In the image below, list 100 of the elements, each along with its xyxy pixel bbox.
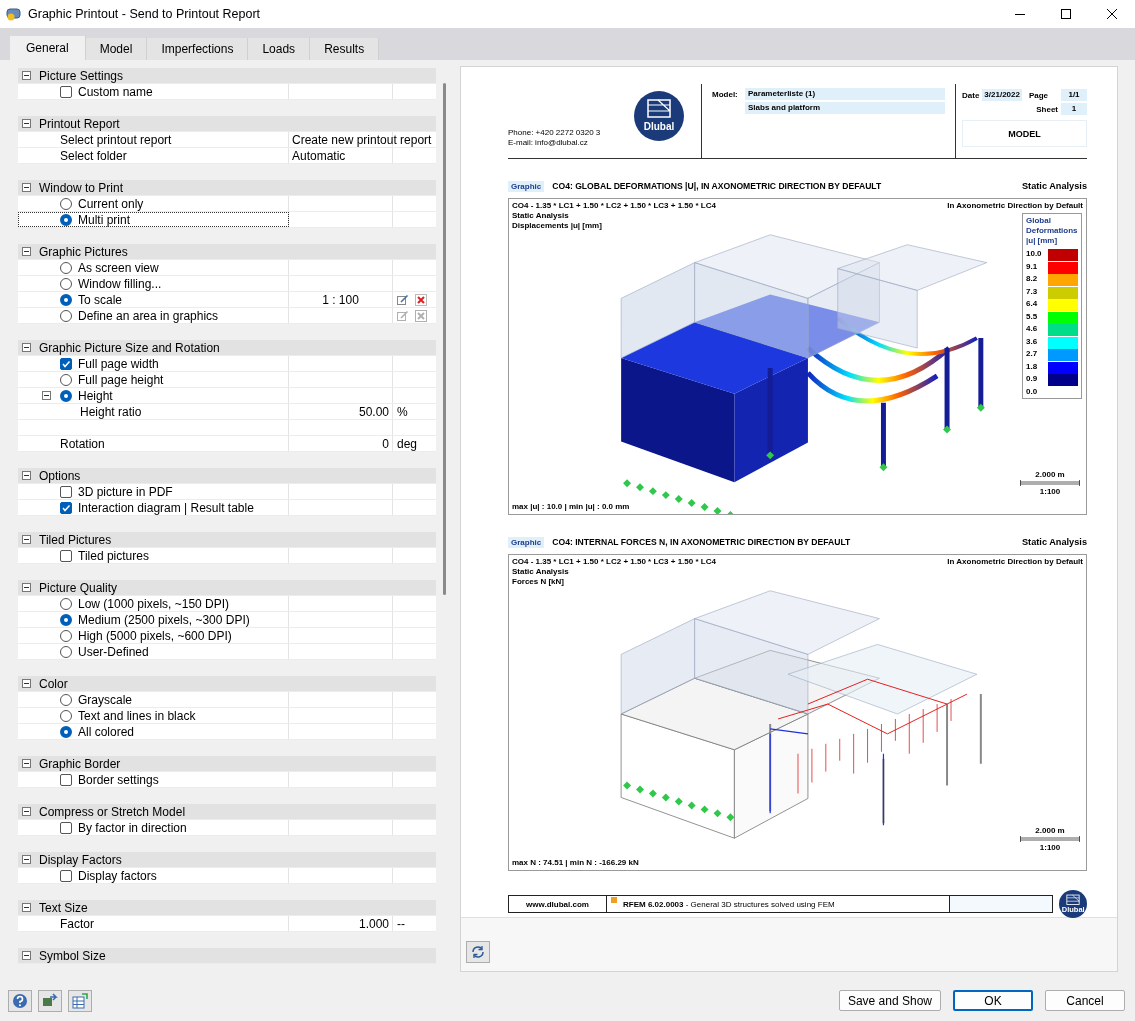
- section-header[interactable]: Graphic Border: [18, 756, 436, 772]
- section-header[interactable]: Graphic Pictures: [18, 244, 436, 260]
- delete-icon[interactable]: [415, 293, 427, 306]
- section-header[interactable]: Window to Print: [18, 180, 436, 196]
- option-label[interactable]: Current only: [78, 196, 144, 211]
- section-header[interactable]: Picture Settings: [18, 68, 436, 84]
- radio-button[interactable]: [60, 389, 72, 402]
- checkbox[interactable]: [60, 485, 72, 498]
- section-header[interactable]: Printout Report: [18, 116, 436, 132]
- section-title[interactable]: Color: [39, 676, 68, 691]
- dialog-button[interactable]: Cancel: [1045, 990, 1125, 1011]
- collapse-icon[interactable]: [22, 183, 31, 192]
- radio-button[interactable]: [60, 373, 72, 386]
- scrollbar-thumb[interactable]: [443, 83, 446, 595]
- tab[interactable]: Results: [310, 38, 380, 60]
- option-label[interactable]: Grayscale: [78, 692, 133, 707]
- option-label[interactable]: Display factors: [78, 868, 157, 883]
- option-label[interactable]: Full page width: [78, 356, 159, 371]
- checkbox[interactable]: [60, 821, 72, 834]
- section-title[interactable]: Display Factors: [39, 852, 122, 867]
- section-header[interactable]: Graphic Picture Size and Rotation: [18, 340, 436, 356]
- section-header[interactable]: Compress or Stretch Model: [18, 804, 436, 820]
- collapse-icon[interactable]: [22, 247, 31, 256]
- section-title[interactable]: Text Size: [39, 900, 88, 915]
- checkbox[interactable]: [60, 869, 72, 882]
- section-title[interactable]: Printout Report: [39, 116, 120, 131]
- option-label[interactable]: User-Defined: [78, 644, 149, 659]
- option-label[interactable]: Border settings: [78, 772, 159, 787]
- value-field[interactable]: 1 : 100: [322, 292, 359, 307]
- radio-button[interactable]: [60, 309, 72, 322]
- option-label[interactable]: All colored: [78, 724, 135, 739]
- collapse-icon[interactable]: [22, 535, 31, 544]
- value-field[interactable]: 1.000: [358, 916, 389, 931]
- section-header[interactable]: Symbol Size: [18, 948, 436, 964]
- collapse-icon[interactable]: [22, 951, 31, 960]
- radio-button[interactable]: [60, 613, 72, 626]
- checkbox[interactable]: [60, 549, 72, 562]
- value-field[interactable]: Create new printout report: [292, 132, 432, 147]
- section-title[interactable]: Graphic Border: [39, 756, 121, 771]
- section-header[interactable]: Color: [18, 676, 436, 692]
- collapse-icon[interactable]: [22, 855, 31, 864]
- radio-button[interactable]: [60, 197, 72, 210]
- section-title[interactable]: Compress or Stretch Model: [39, 804, 186, 819]
- tab[interactable]: Loads: [248, 38, 311, 60]
- section-title[interactable]: Picture Quality: [39, 580, 118, 595]
- collapse-icon[interactable]: [22, 343, 31, 352]
- radio-button[interactable]: [60, 597, 72, 610]
- checkbox[interactable]: [60, 85, 72, 98]
- section-title[interactable]: Options: [39, 468, 81, 483]
- option-label[interactable]: As screen view: [78, 260, 159, 275]
- option-label[interactable]: Window filling...: [78, 276, 162, 291]
- collapse-icon[interactable]: [22, 759, 31, 768]
- units-button[interactable]: [38, 989, 62, 1012]
- checkbox[interactable]: [60, 501, 72, 514]
- radio-button[interactable]: [60, 293, 72, 306]
- section-title[interactable]: Graphic Pictures: [39, 244, 128, 259]
- tab[interactable]: Model: [85, 38, 148, 60]
- radio-button[interactable]: [60, 261, 72, 274]
- section-header[interactable]: Options: [18, 468, 436, 484]
- section-title[interactable]: Graphic Picture Size and Rotation: [39, 340, 220, 355]
- collapse-icon[interactable]: [22, 807, 31, 816]
- option-label[interactable]: Multi print: [78, 212, 130, 227]
- refresh-button[interactable]: [466, 941, 490, 963]
- collapse-icon[interactable]: [22, 903, 31, 912]
- tab[interactable]: General: [10, 36, 86, 60]
- option-label[interactable]: Full page height: [78, 372, 164, 387]
- value-field[interactable]: 0: [382, 436, 389, 451]
- dialog-button[interactable]: Save and Show: [838, 990, 941, 1011]
- section-header[interactable]: Display Factors: [18, 852, 436, 868]
- radio-button[interactable]: [60, 277, 72, 290]
- option-label[interactable]: To scale: [78, 292, 123, 307]
- option-label[interactable]: Custom name: [78, 84, 153, 99]
- section-title[interactable]: Tiled Pictures: [39, 532, 112, 547]
- collapse-icon[interactable]: [22, 583, 31, 592]
- value-field[interactable]: Automatic: [292, 148, 346, 163]
- dialog-button[interactable]: OK: [953, 990, 1033, 1011]
- radio-button[interactable]: [60, 213, 72, 226]
- collapse-icon[interactable]: [22, 471, 31, 480]
- collapse-icon[interactable]: [22, 679, 31, 688]
- edit-icon[interactable]: [397, 293, 409, 306]
- collapse-icon[interactable]: [22, 119, 31, 128]
- checkbox[interactable]: [60, 773, 72, 786]
- option-label[interactable]: Tiled pictures: [78, 548, 149, 563]
- help-button[interactable]: [8, 989, 32, 1012]
- table-button[interactable]: [68, 989, 92, 1012]
- radio-button[interactable]: [60, 693, 72, 706]
- radio-button[interactable]: [60, 725, 72, 738]
- radio-button[interactable]: [60, 645, 72, 658]
- radio-button[interactable]: [60, 709, 72, 722]
- collapse-icon[interactable]: [42, 391, 51, 400]
- checkbox[interactable]: [60, 357, 72, 370]
- section-title[interactable]: Symbol Size: [39, 948, 106, 963]
- option-label[interactable]: Height: [78, 388, 113, 403]
- collapse-icon[interactable]: [22, 71, 31, 80]
- value-field[interactable]: 50.00: [358, 404, 389, 419]
- section-title[interactable]: Window to Print: [39, 180, 124, 195]
- tab[interactable]: Imperfections: [147, 38, 249, 60]
- section-header[interactable]: Picture Quality: [18, 580, 436, 596]
- radio-button[interactable]: [60, 629, 72, 642]
- section-header[interactable]: Tiled Pictures: [18, 532, 436, 548]
